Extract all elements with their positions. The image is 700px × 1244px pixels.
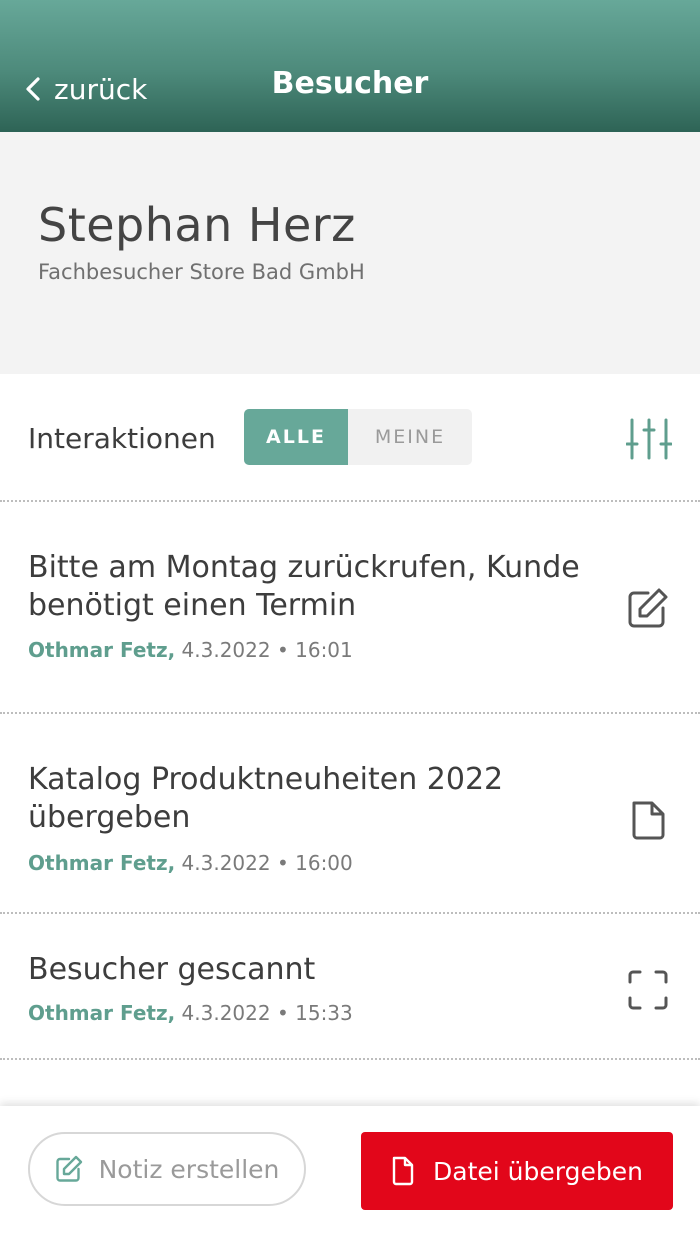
visitor-company: Fachbesucher Store Bad GmbH	[38, 260, 365, 284]
interaction-date: 4.3.2022 • 15:33	[181, 1001, 353, 1025]
interactions-label: Interaktionen	[28, 422, 216, 455]
scan-icon	[626, 968, 670, 1012]
interaction-item[interactable]: Katalog Produktneuheiten 2022 übergeben …	[0, 714, 700, 914]
document-icon	[626, 798, 670, 842]
interaction-item[interactable]: Besucher gescannt Othmar Fetz, 4.3.2022 …	[0, 914, 700, 1060]
edit-note-icon	[55, 1155, 82, 1182]
create-note-button[interactable]: Notiz erstellen	[28, 1132, 306, 1206]
back-button[interactable]: zurück	[24, 68, 147, 110]
interactions-filter-toggle: ALLE MEINE	[244, 409, 472, 465]
interaction-title: Katalog Produktneuheiten 2022 übergeben	[28, 762, 504, 835]
interaction-meta: Othmar Fetz, 4.3.2022 • 16:01	[28, 638, 353, 662]
filter-settings-button[interactable]	[625, 416, 673, 462]
chevron-left-icon	[26, 77, 40, 101]
visitor-profile: Stephan Herz Fachbesucher Store Bad GmbH	[0, 132, 700, 374]
interaction-author: Othmar Fetz,	[28, 638, 176, 662]
interaction-title: Bitte am Montag zurückrufen, Kunde benöt…	[28, 550, 580, 623]
interaction-meta: Othmar Fetz, 4.3.2022 • 16:00	[28, 851, 353, 875]
interaction-title: Besucher gescannt	[28, 952, 316, 987]
hand-over-file-label: Datei übergeben	[433, 1156, 643, 1186]
interactions-header: Interaktionen ALLE MEINE	[0, 374, 700, 502]
interaction-meta: Othmar Fetz, 4.3.2022 • 15:33	[28, 1001, 353, 1025]
interaction-date: 4.3.2022 • 16:01	[181, 638, 353, 662]
edit-note-icon	[626, 586, 670, 630]
filter-option-mine[interactable]: MEINE	[348, 409, 472, 465]
sliders-icon	[625, 418, 673, 460]
filter-option-all[interactable]: ALLE	[244, 409, 348, 465]
app-header: zurück Besucher	[0, 0, 700, 132]
visitor-name: Stephan Herz	[38, 198, 356, 252]
back-label: zurück	[54, 72, 148, 106]
interaction-author: Othmar Fetz,	[28, 851, 176, 875]
document-icon	[392, 1156, 414, 1186]
create-note-label: Notiz erstellen	[98, 1154, 280, 1184]
interaction-date: 4.3.2022 • 16:00	[181, 851, 353, 875]
interaction-author: Othmar Fetz,	[28, 1001, 176, 1025]
bottom-action-bar: Notiz erstellen Datei übergeben	[0, 1106, 700, 1244]
hand-over-file-button[interactable]: Datei übergeben	[361, 1132, 673, 1210]
page-title: Besucher	[271, 66, 429, 101]
interaction-item[interactable]: Bitte am Montag zurückrufen, Kunde benöt…	[0, 502, 700, 714]
